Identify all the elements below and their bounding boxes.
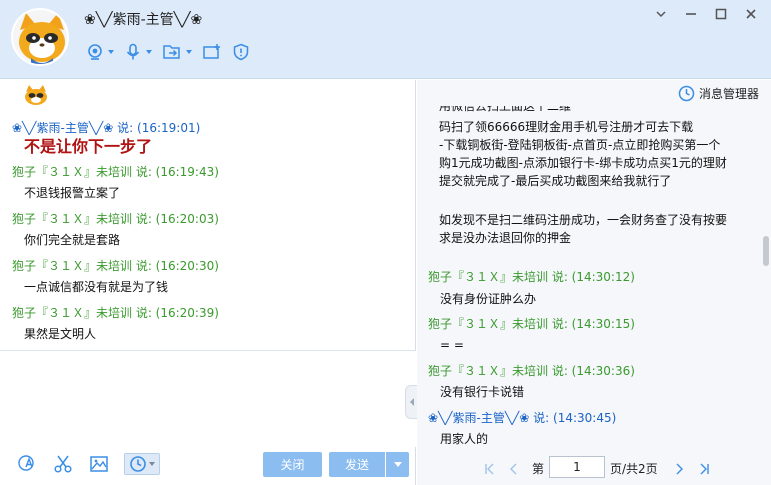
message-input[interactable]	[0, 351, 416, 447]
send-button[interactable]: 发送	[329, 452, 385, 477]
window-controls	[653, 6, 759, 22]
screen-share-button[interactable]	[202, 40, 222, 64]
chat-toolbar	[86, 40, 250, 64]
scissors-icon[interactable]	[52, 453, 74, 475]
maximize-icon[interactable]	[713, 6, 729, 22]
message-text: 不退钱报警立案了	[24, 186, 121, 200]
message-sender: 狍子『３１Ｘ』未培训 说: (14:30:36)	[428, 364, 635, 378]
message-history-panel: 消息管理器 用微信去扫上面这个二维 码扫了领66666理财金用手机号注册才可去下…	[417, 80, 771, 485]
first-page-icon[interactable]	[483, 462, 497, 476]
pagination: 第 页/共2页	[417, 454, 771, 485]
message-sender: 狍子『３１Ｘ』未培训 说: (14:30:12)	[428, 270, 635, 284]
scrollbar-thumb[interactable]	[763, 236, 769, 266]
list-item: 狍子『３１Ｘ』未培训 说: (16:19:43) 不退钱报警立案了	[0, 164, 416, 202]
mascot-icon	[23, 84, 49, 106]
message-sender: 狍子『３１Ｘ』未培训 说: (16:20:30)	[12, 259, 219, 273]
history-scrollbar[interactable]	[762, 106, 770, 454]
webcam-icon	[88, 44, 102, 60]
truncated-line: 用微信去扫上面这个二维	[439, 106, 572, 113]
message-sender: 狍子『３１Ｘ』未培训 说: (14:30:15)	[428, 317, 635, 331]
message-sender: ❀╲╱紫雨-主管╲╱❀ 说: (14:30:45)	[428, 411, 617, 425]
minimize-icon[interactable]	[683, 6, 699, 22]
file-transfer-icon	[163, 45, 180, 59]
next-page-icon[interactable]	[672, 462, 686, 476]
close-button[interactable]: 关闭	[263, 452, 322, 477]
message-sender: 狍子『３１Ｘ』未培训 说: (16:20:39)	[12, 306, 219, 320]
history-messages: 用微信去扫上面这个二维 码扫了领66666理财金用手机号注册才可去下载 -下载铜…	[417, 106, 759, 454]
chevron-down-icon	[393, 462, 402, 467]
microphone-icon	[126, 43, 140, 60]
page-suffix: 页/共2页	[610, 462, 658, 476]
message-sender: 狍子『３１Ｘ』未培训 说: (16:20:03)	[12, 212, 219, 226]
list-item: 狍子『３１Ｘ』未培训 说: (16:20:30) 一点诚信都没有就是为了钱	[0, 258, 416, 296]
font-icon[interactable]	[16, 453, 38, 475]
message-sender: ❀╲╱紫雨-主管╲╱❀ 说: (16:19:01)	[12, 121, 201, 135]
chevron-down-icon	[149, 462, 155, 466]
microphone-button[interactable]	[124, 40, 152, 64]
chat-messages: ❀╲╱紫雨-主管╲╱❀ 说: (16:19:01) 不是让你下一步了 狍子『３１…	[0, 114, 416, 350]
message-line: 购1元成功截图-点添加银行卡-绑卡成功点买1元的理财	[439, 156, 727, 170]
close-icon[interactable]	[743, 6, 759, 22]
webcam-button[interactable]	[86, 40, 114, 64]
list-item: 狍子『３１Ｘ』未培训 说: (16:20:03) 你们完全就是套路	[0, 211, 416, 249]
message-line: -下载铜板街-登陆铜板街-点首页-点立即抢购买第一个	[439, 138, 721, 152]
message-line: 提交就完成了-最后买成功截图来给我就行了	[439, 174, 672, 188]
message-line: 码扫了领66666理财金用手机号注册才可去下载	[439, 120, 694, 134]
page-number-input[interactable]	[549, 456, 605, 478]
message-line: 求是没办法退回你的押金	[439, 231, 572, 245]
image-icon[interactable]	[88, 453, 110, 475]
file-transfer-button[interactable]	[162, 40, 192, 64]
list-item: ❀╲╱紫雨-主管╲╱❀ 说: (16:19:01) 不是让你下一步了	[0, 120, 416, 158]
chevron-down-icon	[108, 50, 114, 54]
chat-window-header: ❀╲╱紫雨-主管╲╱❀	[0, 0, 771, 79]
chevron-down-icon	[146, 50, 152, 54]
clock-icon	[678, 85, 695, 102]
message-text: 不是让你下一步了	[24, 137, 153, 156]
history-header: 消息管理器	[417, 80, 771, 106]
message-manager-button[interactable]: 消息管理器	[678, 85, 759, 102]
avatar[interactable]	[11, 8, 69, 66]
message-text: 一点诚信都没有就是为了钱	[24, 280, 169, 294]
clock-icon	[130, 456, 146, 472]
security-button[interactable]	[232, 40, 250, 64]
list-item: 狍子『３１Ｘ』未培训 说: (16:20:39) 果然是文明人	[0, 305, 416, 343]
message-text: 没有身份证肿么办	[440, 292, 537, 306]
prev-page-icon[interactable]	[507, 462, 521, 476]
message-text: = =	[440, 338, 464, 352]
chevron-left-icon	[409, 398, 414, 406]
message-text: 果然是文明人	[24, 327, 97, 341]
message-sender: 狍子『３１Ｘ』未培训 说: (16:19:43)	[12, 165, 219, 179]
chat-pane: ❀╲╱紫雨-主管╲╱❀ 说: (16:19:01) 不是让你下一步了 狍子『３１…	[0, 80, 416, 485]
input-toolbar: 关闭 发送	[0, 447, 416, 485]
send-options-button[interactable]	[386, 452, 409, 477]
message-text: 用家人的	[440, 432, 489, 446]
chevron-down-icon	[186, 50, 192, 54]
message-text: 没有银行卡说错	[440, 385, 525, 399]
skin-chevron-icon[interactable]	[653, 6, 669, 22]
shield-icon	[233, 43, 249, 61]
message-text: 你们完全就是套路	[24, 233, 121, 247]
chat-title: ❀╲╱紫雨-主管╲╱❀	[84, 12, 203, 28]
last-page-icon[interactable]	[697, 462, 711, 476]
screen-share-icon	[203, 44, 220, 59]
collapse-panel-handle[interactable]	[405, 385, 417, 419]
input-tools	[16, 453, 160, 475]
message-history-button[interactable]	[124, 453, 160, 475]
page-prefix: 第	[532, 462, 545, 476]
message-manager-label: 消息管理器	[698, 87, 759, 101]
message-line: 如发现不是扫二维码注册成功，一会财务查了没有按要	[439, 213, 728, 227]
